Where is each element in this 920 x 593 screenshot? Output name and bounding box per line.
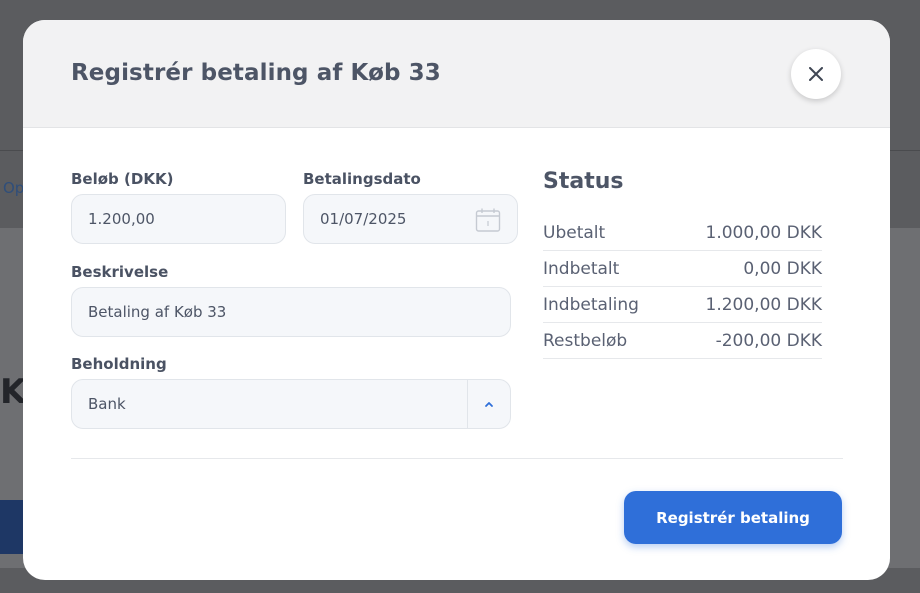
register-payment-button[interactable]: Registrér betaling — [624, 491, 842, 544]
account-select[interactable]: Bank — [71, 379, 511, 429]
chevron-up-icon[interactable] — [482, 397, 496, 415]
footer-divider — [71, 458, 843, 459]
payment-date-value: 01/07/2025 — [320, 210, 407, 228]
status-row-label: Restbeløb — [543, 331, 628, 351]
close-icon — [809, 67, 823, 81]
status-row: Indbetaling 1.200,00 DKK — [543, 287, 822, 323]
account-label: Beholdning — [71, 355, 167, 373]
description-input[interactable]: Betaling af Køb 33 — [71, 287, 511, 337]
calendar-icon[interactable] — [475, 207, 501, 237]
payment-date-label: Betalingsdato — [303, 170, 421, 188]
status-title: Status — [543, 169, 624, 194]
status-row: Indbetalt 0,00 DKK — [543, 251, 822, 287]
status-row: Ubetalt 1.000,00 DKK — [543, 215, 822, 251]
select-divider — [467, 380, 468, 428]
status-row-label: Ubetalt — [543, 223, 606, 243]
status-row-value: 0,00 DKK — [743, 259, 822, 279]
status-row-value: 1.000,00 DKK — [705, 223, 823, 243]
amount-value: 1.200,00 — [88, 210, 155, 228]
amount-input[interactable]: 1.200,00 — [71, 194, 286, 244]
payment-date-input[interactable]: 01/07/2025 — [303, 194, 518, 244]
modal-header: Registrér betaling af Køb 33 — [23, 20, 890, 128]
status-row-label: Indbetaling — [543, 295, 639, 315]
status-row-label: Indbetalt — [543, 259, 620, 279]
amount-label: Beløb (DKK) — [71, 170, 174, 188]
status-row: Restbeløb -200,00 DKK — [543, 323, 822, 359]
modal-title: Registrér betaling af Køb 33 — [71, 60, 441, 86]
description-label: Beskrivelse — [71, 263, 169, 281]
status-row-value: -200,00 DKK — [715, 331, 822, 351]
background-tab-fragment: Op — [3, 179, 25, 197]
account-value: Bank — [88, 395, 126, 413]
close-button[interactable] — [791, 49, 841, 99]
status-row-value: 1.200,00 DKK — [705, 295, 823, 315]
description-value: Betaling af Køb 33 — [88, 303, 227, 321]
payment-modal: Registrér betaling af Køb 33 Beløb (DKK)… — [23, 20, 890, 580]
